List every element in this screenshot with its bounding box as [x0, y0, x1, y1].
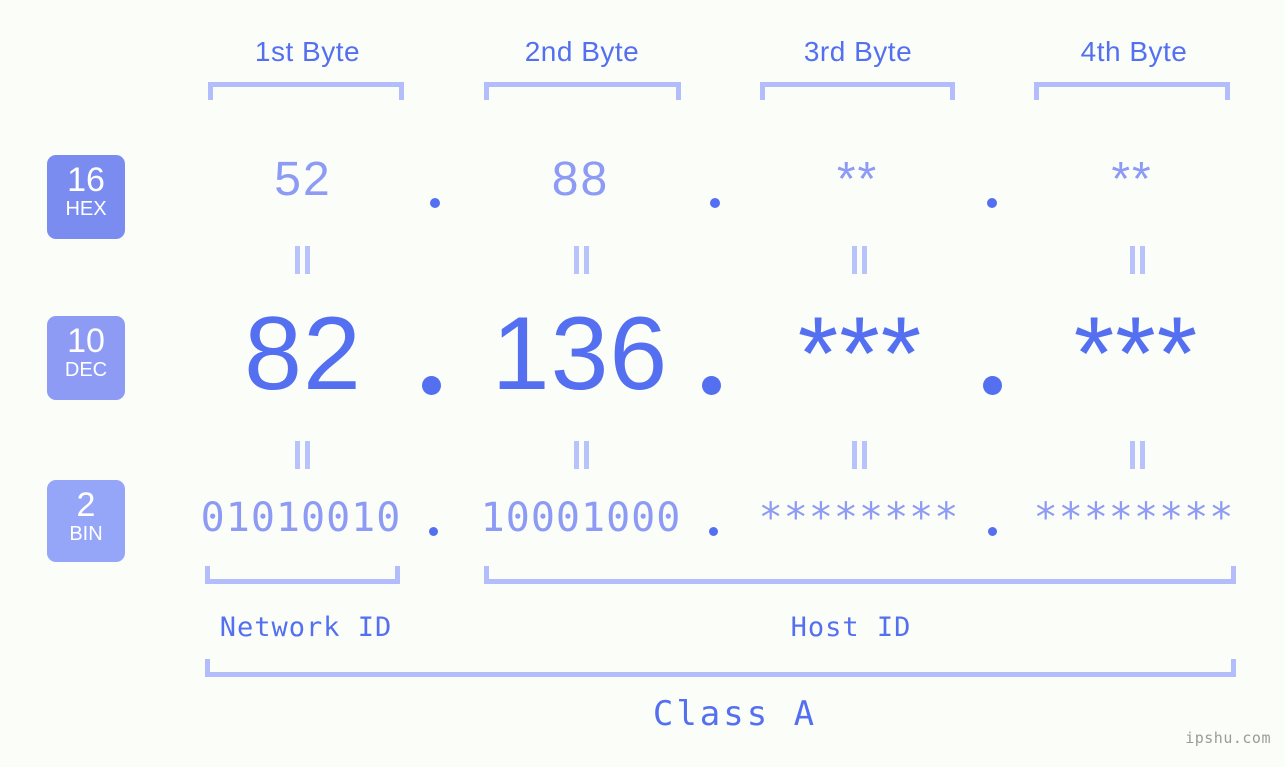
hex-byte-2-value: 88	[551, 153, 610, 206]
hex-dot-2-icon	[710, 198, 720, 208]
dec-byte-2-value: 136	[491, 296, 669, 412]
bin-dot-1-icon	[429, 527, 438, 536]
dec-byte-3-value: ***	[797, 296, 923, 412]
hex-byte-3-value: **	[836, 153, 879, 206]
base-badge-hex: 16 HEX	[47, 155, 125, 239]
equals-separator-dec-bin-4-icon	[1126, 441, 1148, 469]
base-badge-dec: 10 DEC	[47, 316, 125, 400]
base-badge-dec-label: DEC	[64, 359, 108, 381]
bin-byte-4-value: ********	[1033, 495, 1235, 541]
bin-byte-1-value: 01010010	[200, 495, 402, 541]
byte-bracket-2-icon	[484, 82, 681, 100]
base-badge-bin-number: 2	[76, 486, 96, 524]
dec-byte-1-value: 82	[244, 296, 362, 412]
network-id-label: Network ID	[219, 612, 393, 643]
hex-byte-1-value: 52	[274, 153, 332, 206]
equals-separator-hex-dec-4-icon	[1126, 246, 1148, 274]
byte-header-3: 3rd Byte	[803, 36, 913, 67]
equals-separator-dec-bin-2-icon	[570, 441, 592, 469]
dec-dot-1-icon	[422, 376, 441, 395]
host-id-label: Host ID	[790, 612, 912, 643]
equals-separator-dec-bin-3-icon	[848, 441, 870, 469]
dec-dot-2-icon	[702, 376, 721, 395]
class-bracket-icon	[205, 659, 1236, 677]
hex-dot-1-icon	[430, 198, 440, 208]
byte-bracket-4-icon	[1034, 82, 1230, 100]
equals-separator-dec-bin-1-icon	[291, 441, 313, 469]
dec-dot-3-icon	[983, 376, 1002, 395]
base-badge-hex-number: 16	[67, 161, 105, 199]
site-watermark: ipshu.com	[1185, 729, 1271, 747]
class-label: Class A	[652, 694, 818, 734]
equals-separator-hex-dec-1-icon	[291, 246, 313, 274]
hex-byte-4-value: **	[1111, 153, 1153, 206]
base-badge-hex-label: HEX	[65, 198, 107, 220]
base-badge-bin: 2 BIN	[47, 480, 125, 562]
bin-dot-3-icon	[988, 527, 997, 536]
bin-byte-3-value: ********	[758, 495, 960, 541]
byte-bracket-3-icon	[760, 82, 955, 100]
byte-header-4: 4th Byte	[1080, 36, 1188, 67]
dec-byte-4-value: ***	[1073, 296, 1199, 412]
bin-byte-2-value: 10001000	[480, 495, 682, 541]
ip-address-breakdown-diagram: 1st Byte 2nd Byte 3rd Byte 4th Byte 16 H…	[0, 0, 1285, 767]
byte-header-1: 1st Byte	[254, 36, 361, 67]
bin-dot-2-icon	[709, 527, 718, 536]
hex-dot-3-icon	[987, 198, 997, 208]
equals-separator-hex-dec-2-icon	[570, 246, 592, 274]
equals-separator-hex-dec-3-icon	[848, 246, 870, 274]
host-id-bracket-icon	[484, 566, 1236, 584]
byte-bracket-1-icon	[208, 82, 404, 100]
network-id-bracket-icon	[205, 566, 400, 584]
base-badge-dec-number: 10	[67, 322, 105, 360]
byte-header-2: 2nd Byte	[524, 36, 640, 67]
base-badge-bin-label: BIN	[69, 523, 103, 545]
